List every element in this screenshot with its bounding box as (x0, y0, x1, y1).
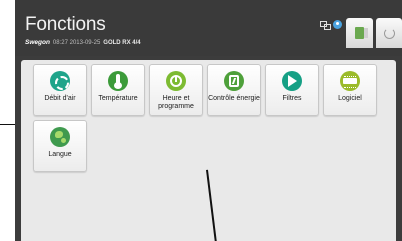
tile-label: Température (98, 95, 138, 102)
clock-icon (166, 71, 186, 91)
software-icon (340, 71, 360, 91)
back-arrow-icon (383, 27, 395, 39)
filter-icon (282, 71, 302, 91)
tile-label: Filtres (282, 95, 302, 102)
tile-filters[interactable]: Filtres (265, 64, 319, 116)
header-status-icons (320, 20, 342, 30)
datetime-text: 08:27 2013-09-25 (52, 40, 101, 46)
globe-icon (50, 127, 70, 147)
tile-grid: Débit d'air Température Heure et program… (33, 64, 395, 172)
thermometer-icon (108, 71, 128, 91)
page-title: Fonctions (25, 14, 106, 35)
tile-label: Débit d'air (44, 95, 76, 102)
tile-label: Logiciel (338, 95, 362, 102)
unit-text: GOLD RX 4/4 (103, 40, 141, 46)
energy-icon (224, 71, 244, 91)
annotation-line-left (0, 124, 15, 125)
fan-icon (50, 71, 70, 91)
functions-panel: Débit d'air Température Heure et program… (21, 60, 396, 241)
status-line: Swegon 08:27 2013-09-25 GOLD RX 4/4 (25, 39, 141, 46)
tile-language[interactable]: Langue (33, 120, 87, 172)
user-icon[interactable] (333, 20, 342, 29)
tile-label: Heure et programme (158, 95, 194, 110)
tile-software[interactable]: Logiciel (323, 64, 377, 116)
network-icon (320, 20, 331, 30)
tile-label: Langue (48, 151, 72, 158)
tile-temperature[interactable]: Température (91, 64, 145, 116)
tile-label: Contrôle énergie (208, 95, 260, 102)
tile-energy-control[interactable]: Contrôle énergie (207, 64, 261, 116)
header-bar: Fonctions Swegon 08:27 2013-09-25 GOLD R… (15, 0, 402, 56)
door-exit-icon (355, 27, 368, 39)
exit-button[interactable] (346, 18, 373, 48)
brand-logo: Swegon (25, 39, 50, 46)
back-button[interactable] (376, 18, 402, 48)
tile-time-schedule[interactable]: Heure et programme (149, 64, 203, 116)
device-screen: Fonctions Swegon 08:27 2013-09-25 GOLD R… (15, 0, 402, 241)
tile-airflow[interactable]: Débit d'air (33, 64, 87, 116)
